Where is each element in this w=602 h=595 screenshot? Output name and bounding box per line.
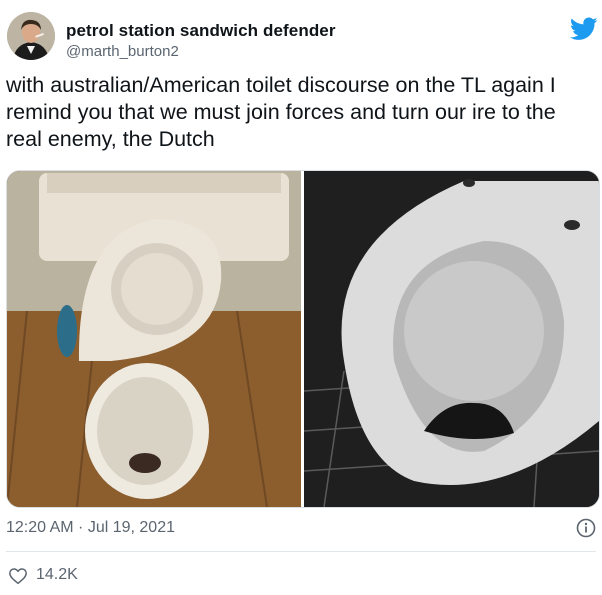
divider xyxy=(6,551,596,552)
like-count: 14.2K xyxy=(36,566,78,583)
toilet-photo-right[interactable] xyxy=(304,171,599,507)
like-button[interactable]: 14.2K xyxy=(8,565,128,589)
toilet-photo-left[interactable] xyxy=(7,171,301,507)
info-icon[interactable] xyxy=(576,518,596,538)
avatar[interactable] xyxy=(7,12,55,60)
tweet-text: with australian/American toilet discours… xyxy=(6,73,556,151)
tweet-timestamp[interactable]: 12:20 AM · Jul 19, 2021 xyxy=(6,519,175,537)
user-handle[interactable]: @marth_burton2 xyxy=(66,43,179,60)
twitter-bird-icon xyxy=(570,17,598,40)
heart-icon xyxy=(9,568,27,585)
tweet-header: petrol station sandwich defender @marth_… xyxy=(0,0,602,64)
display-name[interactable]: petrol station sandwich defender xyxy=(66,21,336,41)
media-grid[interactable] xyxy=(6,170,600,508)
